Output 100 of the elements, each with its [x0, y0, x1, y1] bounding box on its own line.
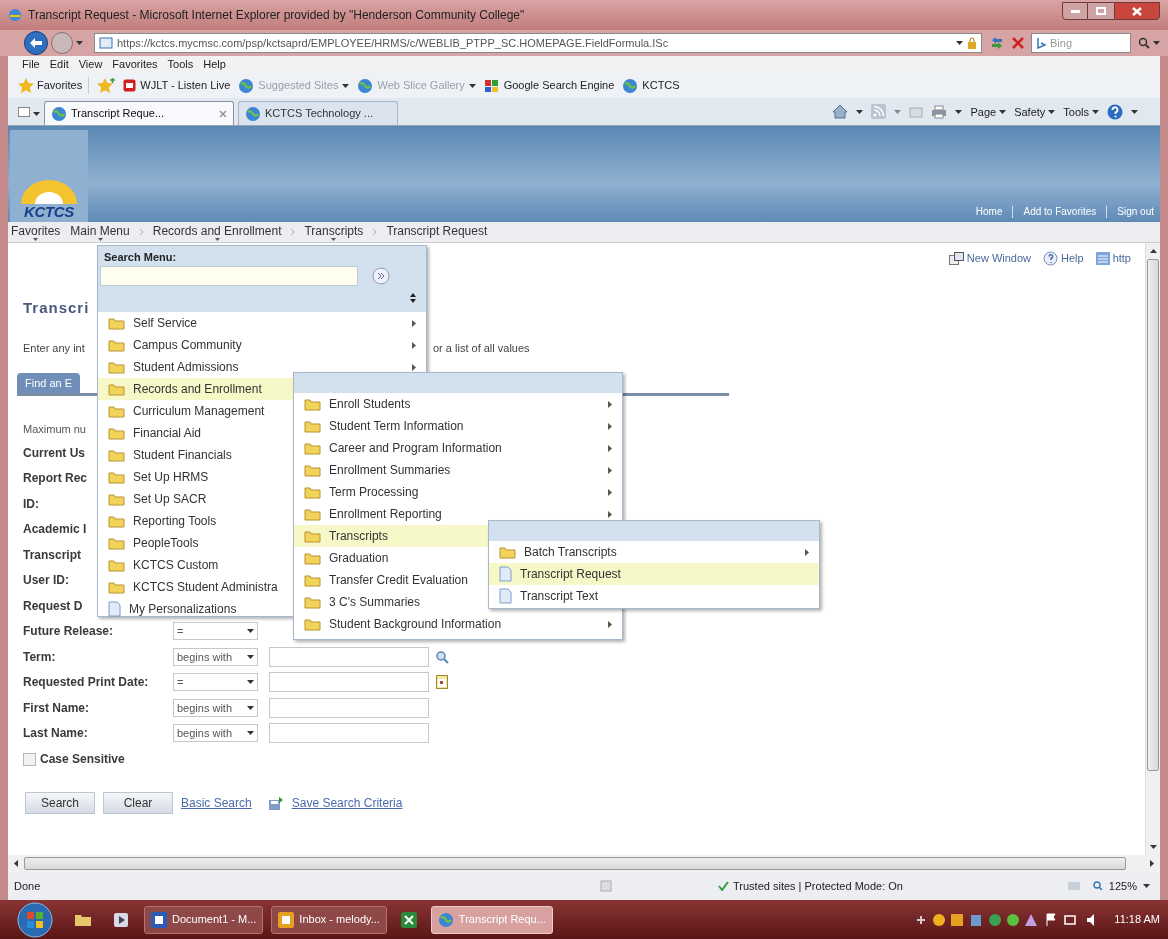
bookmark-link[interactable]: KCTCS: [622, 77, 680, 94]
menu-item[interactable]: PeopleTools: [98, 532, 293, 554]
scroll-right-icon[interactable]: [1150, 860, 1154, 867]
menu-item[interactable]: Student Admissions: [98, 356, 426, 378]
menu-item[interactable]: 3 C's Summaries: [294, 591, 489, 613]
go-button[interactable]: [372, 267, 390, 285]
menu-item[interactable]: Graduation: [294, 547, 489, 569]
menu-item[interactable]: Records and Enrollment: [98, 378, 293, 400]
help-icon[interactable]: [1107, 103, 1123, 120]
back-button[interactable]: [24, 31, 48, 55]
menu-item[interactable]: Student Term Information: [294, 415, 622, 437]
menu-item[interactable]: Enrollment Summaries: [294, 459, 622, 481]
menu-item[interactable]: Student Background Information: [294, 613, 622, 635]
command-menu[interactable]: Page: [970, 103, 1007, 120]
minimize-button[interactable]: [1062, 2, 1088, 20]
menu-item[interactable]: Favorites: [112, 56, 158, 73]
menu-item[interactable]: KCTCS Custom: [98, 554, 293, 576]
menu-item[interactable]: Set Up SACR: [98, 488, 293, 510]
menu-item[interactable]: Self Service: [98, 312, 426, 334]
scrollbar-thumb[interactable]: [24, 857, 1126, 870]
close-icon[interactable]: [219, 109, 227, 118]
menu-item[interactable]: Campus Community: [98, 334, 426, 356]
input-field[interactable]: [269, 697, 429, 718]
calendar-icon[interactable]: [436, 675, 448, 690]
search-icon[interactable]: [435, 649, 449, 664]
menu-item[interactable]: Transcripts: [294, 525, 489, 547]
menu-item[interactable]: Reporting Tools: [98, 510, 293, 532]
operator-select[interactable]: begins with: [173, 724, 258, 743]
refresh-icon[interactable]: [989, 36, 1005, 50]
menu-item[interactable]: Enroll Students: [294, 393, 622, 415]
menu-item[interactable]: Transfer Credit Evaluation: [294, 569, 489, 591]
caret-icon: [247, 680, 254, 685]
menu-item[interactable]: Transcript Request: [489, 563, 819, 585]
scrollbar-thumb[interactable]: [1147, 259, 1159, 771]
menu-item[interactable]: KCTCS Student Administra: [98, 576, 293, 598]
zoom-level[interactable]: 125%: [1092, 877, 1150, 895]
menu-item[interactable]: Term Processing: [294, 481, 622, 503]
breadcrumb-link[interactable]: Transcripts: [304, 224, 364, 241]
sort-icon[interactable]: [410, 293, 416, 303]
scroll-up-icon[interactable]: [1149, 249, 1157, 253]
menu-search-field[interactable]: [100, 266, 358, 286]
menu-item[interactable]: Financial Aid: [98, 422, 293, 444]
operator-select[interactable]: begins with: [173, 647, 258, 666]
taskbar-button[interactable]: Document1 - M...: [144, 905, 264, 934]
close-button[interactable]: [1114, 2, 1160, 20]
menu-item[interactable]: File: [22, 56, 40, 73]
basic-search-link[interactable]: Basic Search: [181, 794, 252, 812]
form-button[interactable]: Clear: [103, 792, 173, 814]
menu-item[interactable]: Batch Transcripts: [489, 541, 819, 563]
stop-icon[interactable]: [1012, 37, 1024, 49]
menu-item[interactable]: Career and Program Information: [294, 437, 622, 459]
input-field[interactable]: [269, 723, 429, 744]
breadcrumb-link[interactable]: Transcript Request: [386, 224, 488, 238]
breadcrumb-link[interactable]: Records and Enrollment: [152, 224, 282, 241]
input-field[interactable]: [269, 646, 429, 667]
form-button[interactable]: Search: [25, 792, 95, 814]
add-favorite-icon[interactable]: [97, 78, 116, 93]
menu-item[interactable]: Help: [203, 56, 226, 73]
search-icon[interactable]: [1138, 37, 1150, 49]
favorites-button[interactable]: Favorites: [18, 77, 90, 94]
home-icon[interactable]: [832, 104, 849, 120]
breadcrumb-link[interactable]: Favorites: [11, 224, 61, 241]
input-field[interactable]: [269, 672, 429, 693]
save-search-link[interactable]: Save Search Criteria: [291, 794, 403, 812]
media-icon[interactable]: [114, 912, 128, 927]
operator-select[interactable]: =: [173, 673, 258, 692]
page-icon: [600, 880, 612, 892]
menu-item[interactable]: Transcript Text: [489, 585, 819, 607]
folder-icon[interactable]: [74, 912, 92, 927]
scroll-down-icon[interactable]: [1149, 845, 1157, 849]
taskbar-button[interactable]: Inbox - melody...: [271, 905, 387, 934]
quick-tabs-icon[interactable]: [18, 107, 30, 117]
command-menu[interactable]: Tools: [1063, 103, 1099, 120]
new-window-link[interactable]: New Window: [948, 249, 1031, 267]
browser-tab[interactable]: KCTCS Technology ...: [238, 101, 398, 125]
menu-item[interactable]: Student Financials: [98, 444, 293, 466]
menu-item[interactable]: Edit: [49, 56, 69, 73]
browser-tab[interactable]: Transcript Reque...: [44, 101, 234, 125]
spreadsheet-icon[interactable]: [400, 911, 417, 928]
menu-item[interactable]: View: [78, 56, 103, 73]
command-menu[interactable]: Safety: [1014, 103, 1056, 120]
menu-item[interactable]: Set Up HRMS: [98, 466, 293, 488]
maximize-button[interactable]: [1088, 2, 1114, 20]
menu-item[interactable]: Enrollment Reporting: [294, 503, 622, 525]
vertical-scrollbar[interactable]: [1145, 243, 1160, 855]
bookmark-link[interactable]: Google Search Engine: [483, 77, 615, 94]
feeds-icon[interactable]: [871, 104, 887, 120]
breadcrumb-link[interactable]: Main Menu: [70, 224, 130, 241]
menu-item[interactable]: Tools: [167, 56, 194, 73]
bookmark-link[interactable]: WJLT - Listen Live: [123, 77, 231, 94]
start-button[interactable]: [16, 901, 54, 938]
operator-select[interactable]: =: [173, 622, 258, 641]
checkbox[interactable]: [23, 752, 36, 766]
scroll-left-icon[interactable]: [14, 860, 18, 867]
menu-item[interactable]: Curriculum Management: [98, 400, 293, 422]
http-link[interactable]: http: [1095, 249, 1131, 267]
help-link[interactable]: Help: [1043, 249, 1084, 267]
menu-item[interactable]: My Personalizations: [98, 598, 293, 620]
operator-select[interactable]: begins with: [173, 698, 258, 717]
print-icon[interactable]: [931, 104, 948, 119]
